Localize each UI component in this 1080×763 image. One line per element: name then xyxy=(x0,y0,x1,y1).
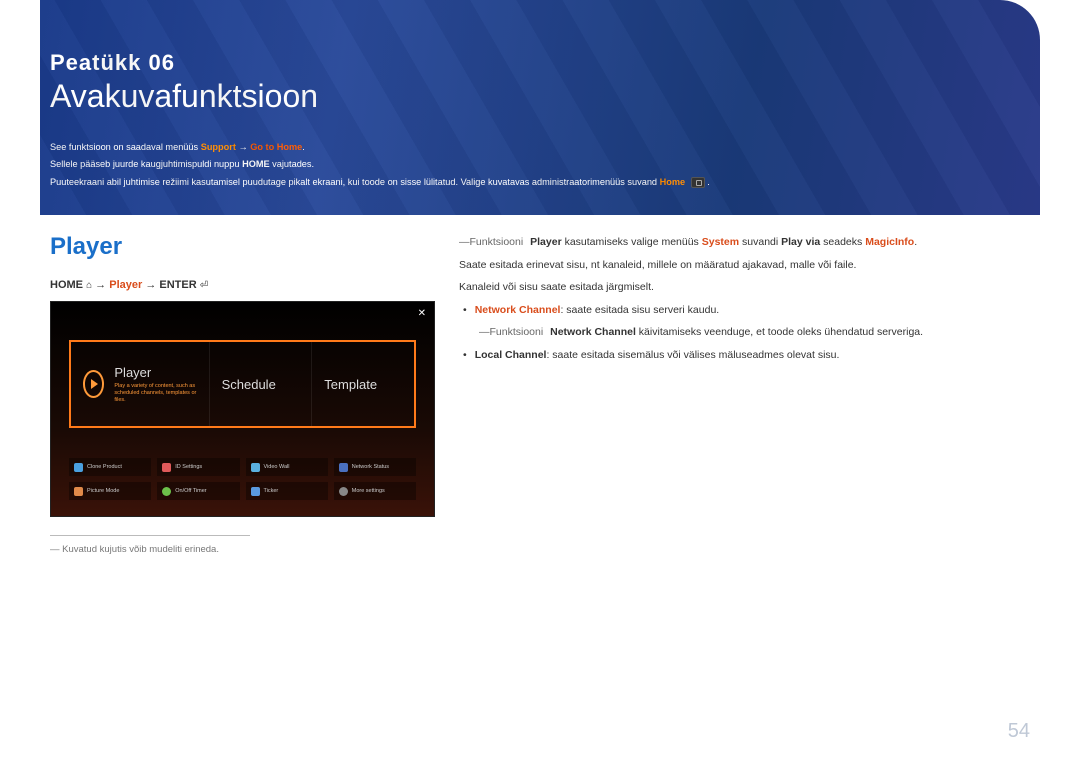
grid-clone-label: Clone Product xyxy=(87,464,122,470)
footnote: ― Kuvatud kujutis võib mudeliti erineda. xyxy=(50,544,435,555)
square-icon xyxy=(74,487,83,496)
grid-more-label: More settings xyxy=(352,488,385,494)
txt-1d: seadeks xyxy=(820,236,865,248)
grid-id[interactable]: ID Settings xyxy=(157,458,239,476)
tile-player[interactable]: Player Play a variety of content, such a… xyxy=(71,342,209,426)
b2-text: : saate esitada sisemälus või välises mä… xyxy=(546,349,839,361)
tile-player-sub: Play a variety of content, such as sched… xyxy=(114,383,208,404)
p3: Kanaleid või sisu saate esitada järgmise… xyxy=(459,278,1030,297)
intro-1a: See funktsioon on saadaval menüüs xyxy=(50,142,201,152)
txt-system: System xyxy=(702,236,739,248)
go-home-text: Go to Home xyxy=(250,142,302,152)
b1-sub-b: käivitamiseks veenduge, et toode oleks ü… xyxy=(636,326,923,338)
support-text: Support xyxy=(201,142,236,152)
breadcrumb: HOME ⌂ → Player → ENTER ⏎ xyxy=(50,279,435,291)
txt-magic: MagicInfo xyxy=(865,236,914,248)
txt-1c: suvandi xyxy=(739,236,781,248)
grid-video-label: Video Wall xyxy=(264,464,290,470)
intro-1-dot: . xyxy=(302,142,305,152)
screenshot-preview: ✕ Player Play a variety of content, such… xyxy=(50,301,435,517)
txt-1e: . xyxy=(914,236,917,248)
home-bold: HOME xyxy=(242,159,270,169)
tile-schedule[interactable]: Schedule xyxy=(209,342,312,426)
b2-label: Local Channel xyxy=(475,349,547,361)
grid-more[interactable]: More settings xyxy=(334,482,416,500)
tile-template[interactable]: Template xyxy=(311,342,414,426)
chapter-label: Peatükk 06 xyxy=(50,50,1040,76)
page-title: Avakuvafunktsioon xyxy=(50,78,1040,115)
home-icon xyxy=(691,177,705,188)
grid-clone[interactable]: Clone Product xyxy=(69,458,151,476)
divider xyxy=(50,535,250,536)
grid-row-2: Picture Mode On/Off Timer Ticker More se… xyxy=(69,482,416,500)
p2: Saate esitada erinevat sisu, nt kanaleid… xyxy=(459,256,1030,275)
intro-2b: vajutades. xyxy=(270,159,314,169)
grid-ticker-label: Ticker xyxy=(264,488,279,494)
intro-3a: Puuteekraani abil juhtimise režiimi kasu… xyxy=(50,177,660,187)
dash2: ―Funktsiooni xyxy=(479,326,546,338)
txt-1b: kasutamiseks valige menüüs xyxy=(562,236,702,248)
crumb-home: HOME xyxy=(50,279,83,291)
tile-row: Player Play a variety of content, such a… xyxy=(69,340,416,428)
square-icon xyxy=(162,463,171,472)
tile-schedule-label: Schedule xyxy=(222,377,312,392)
b1-label: Network Channel xyxy=(475,304,561,316)
close-icon[interactable]: ✕ xyxy=(418,308,426,319)
grid-video[interactable]: Video Wall xyxy=(246,458,328,476)
page-number: 54 xyxy=(1008,720,1030,743)
square-icon xyxy=(251,463,260,472)
circle-icon xyxy=(162,487,171,496)
crumb-player: Player xyxy=(109,279,142,291)
bullet-icon: • xyxy=(463,301,467,323)
home-orange-text: Home xyxy=(660,177,686,187)
b1-sub-nc: Network Channel xyxy=(550,326,636,338)
square-icon xyxy=(74,463,83,472)
circle-icon xyxy=(339,487,348,496)
grid-onoff-label: On/Off Timer xyxy=(175,488,206,494)
crumb-enter: ENTER xyxy=(159,279,196,291)
grid-onoff[interactable]: On/Off Timer xyxy=(157,482,239,500)
dash: ―Funktsiooni xyxy=(459,236,526,248)
hero-banner: Peatükk 06 Avakuvafunktsioon See funktsi… xyxy=(40,0,1040,215)
intro-2a: Sellele pääseb juurde kaugjuhtimispuldi … xyxy=(50,159,242,169)
grid-net[interactable]: Network Status xyxy=(334,458,416,476)
grid-id-label: ID Settings xyxy=(175,464,202,470)
grid-picture[interactable]: Picture Mode xyxy=(69,482,151,500)
grid-row-1: Clone Product ID Settings Video Wall Net… xyxy=(69,458,416,476)
section-title: Player xyxy=(50,233,435,261)
home-glyph-icon: ⌂ xyxy=(86,280,92,291)
txt-player: Player xyxy=(530,236,562,248)
tile-player-label: Player xyxy=(114,365,208,380)
grid-picture-label: Picture Mode xyxy=(87,488,119,494)
square-icon xyxy=(339,463,348,472)
grid-ticker[interactable]: Ticker xyxy=(246,482,328,500)
square-icon xyxy=(251,487,260,496)
grid-net-label: Network Status xyxy=(352,464,389,470)
enter-glyph-icon: ⏎ xyxy=(200,280,208,291)
tile-template-label: Template xyxy=(324,377,414,392)
txt-playvia: Play via xyxy=(781,236,820,248)
intro-arrow: → xyxy=(236,142,250,152)
play-icon xyxy=(83,370,104,398)
intro-text: See funktsioon on saadaval menüüs Suppor… xyxy=(50,139,1040,191)
body-text: ―Funktsiooni Player kasutamiseks valige … xyxy=(459,233,1030,555)
b1-text: : saate esitada sisu serveri kaudu. xyxy=(560,304,719,316)
bullet-icon: • xyxy=(463,346,467,368)
